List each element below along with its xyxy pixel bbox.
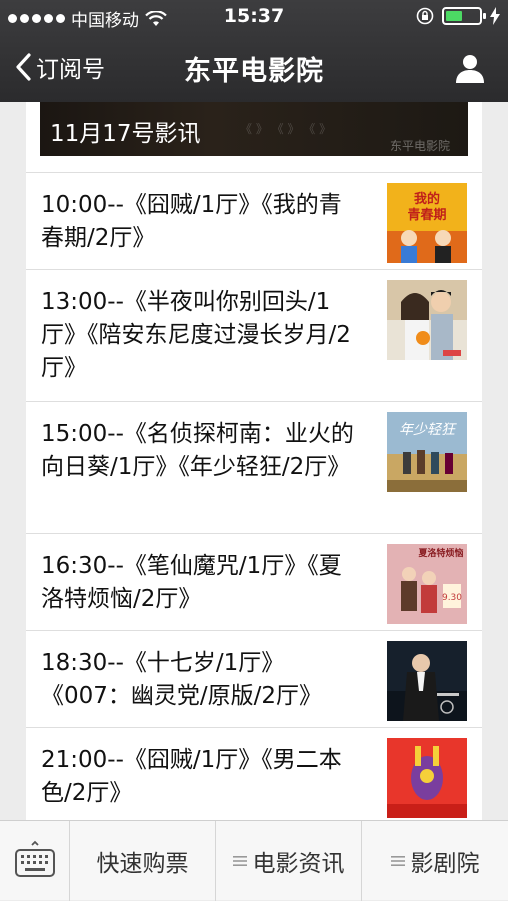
battery-icon: [442, 7, 486, 25]
schedule-row[interactable]: 18:30--《十七岁/1厅》《007：幽灵党/原版/2厅》: [26, 630, 482, 727]
keyboard-toggle-button[interactable]: [0, 821, 70, 901]
poster-anthony-image: [387, 280, 467, 360]
user-profile-icon[interactable]: [454, 52, 486, 84]
schedule-row[interactable]: 10:00--《囧贼/1厅》《我的青春期/2厅》 我的 青春期: [26, 172, 482, 269]
schedule-row[interactable]: 21:00--《囧贼/1厅》《男二本色/2厅》: [26, 727, 482, 820]
schedule-text: 13:00--《半夜叫你别回头/1厅》《陪安东尼度过漫长岁月/2厅》: [41, 289, 351, 381]
schedule-text: 10:00--《囧贼/1厅》《我的青春期/2厅》: [41, 192, 342, 251]
schedule-row[interactable]: 15:00--《名侦探柯南：业火的向日葵/1厅》《年少轻狂/2厅》 年少轻狂: [26, 401, 482, 533]
page-title: 东平电影院: [184, 56, 324, 87]
banner-image: 《 》 《 》 《 》 11月17号影讯 东平电影院: [40, 102, 468, 156]
submenu-list-icon: [232, 856, 247, 866]
poster-charlotte-image: 夏洛特烦恼 9.30: [387, 544, 467, 624]
menu-item-label: 快速购票: [96, 851, 189, 877]
menu-item-label: 影剧院: [410, 851, 480, 877]
schedule-text: 18:30--《十七岁/1厅》《007：幽灵党/原版/2厅》: [41, 650, 323, 709]
menu-item-movie-news[interactable]: 电影资讯: [216, 821, 362, 901]
submenu-list-icon: [390, 856, 405, 866]
svg-text:我的: 我的: [414, 191, 440, 207]
charging-bolt-icon: [490, 7, 500, 25]
schedule-text: 16:30--《笔仙魔咒/1厅》《夏洛特烦恼/2厅》: [41, 553, 342, 612]
banner-decoration: 《 》 《 》 《 》: [240, 122, 332, 136]
poster-youth-image: 我的 青春期: [387, 183, 467, 263]
schedule-text: 21:00--《囧贼/1厅》《男二本色/2厅》: [41, 747, 342, 806]
article-content: 《 》 《 》 《 》 11月17号影讯 东平电影院 10:00--《囧贼/1厅…: [26, 102, 482, 820]
movie-poster[interactable]: 年少轻狂: [387, 412, 467, 492]
status-right: [416, 7, 500, 25]
status-bar: 中国移动 15:37: [0, 0, 508, 34]
schedule-row[interactable]: 16:30--《笔仙魔咒/1厅》《夏洛特烦恼/2厅》 夏洛特烦恼 9.30: [26, 533, 482, 630]
svg-text:年少轻狂: 年少轻狂: [399, 422, 457, 438]
svg-text:夏洛特烦恼: 夏洛特烦恼: [417, 547, 463, 559]
nav-bar: 订阅号 东平电影院: [0, 34, 508, 102]
svg-text:9.30: 9.30: [442, 593, 462, 603]
menu-item-label: 电影资讯: [252, 851, 345, 877]
keyboard-icon: [15, 840, 55, 877]
battery-fill: [446, 11, 462, 21]
schedule-row[interactable]: 13:00--《半夜叫你别回头/1厅》《陪安东尼度过漫长岁月/2厅》: [26, 269, 482, 401]
movie-poster[interactable]: 夏洛特烦恼 9.30: [387, 544, 467, 624]
top-bar: 中国移动 15:37 订阅号 东平电影院: [0, 0, 508, 102]
schedule-list: 10:00--《囧贼/1厅》《我的青春期/2厅》 我的 青春期 13:00--《…: [26, 172, 482, 820]
poster-mentwo-image: [387, 738, 467, 818]
banner-watermark: 东平电影院: [389, 139, 450, 153]
poster-007-image: [387, 641, 467, 721]
movie-poster[interactable]: [387, 641, 467, 721]
movie-poster[interactable]: 我的 青春期: [387, 183, 467, 263]
banner-title: 11月17号影讯: [50, 121, 201, 147]
movie-poster[interactable]: [387, 738, 467, 818]
menu-item-theater[interactable]: 影剧院: [362, 821, 508, 901]
movie-poster[interactable]: [387, 280, 467, 360]
menu-item-quick-ticket[interactable]: 快速购票: [70, 821, 216, 901]
poster-young-image: 年少轻狂: [387, 412, 467, 492]
schedule-text: 15:00--《名侦探柯南：业火的向日葵/1厅》《年少轻狂/2厅》: [41, 421, 354, 480]
rotation-lock-icon: [416, 7, 434, 25]
svg-text:青春期: 青春期: [407, 207, 446, 223]
bottom-menu-bar: 快速购票 电影资讯 影剧院: [0, 820, 508, 901]
